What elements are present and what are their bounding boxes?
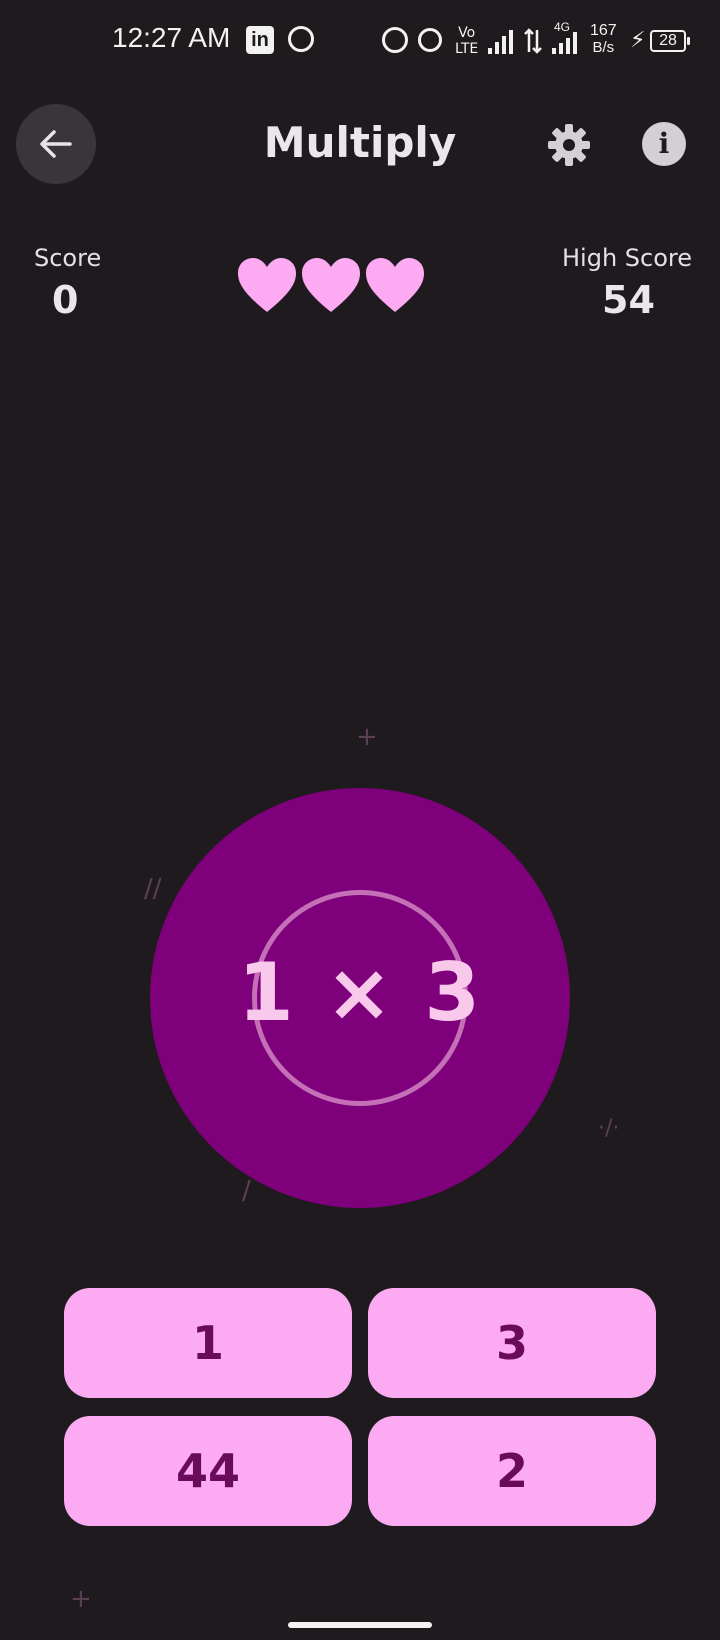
- speed-unit: B/s: [592, 39, 615, 56]
- network-speed: 167 B/s: [590, 22, 617, 56]
- decor-slash-symbol: //: [144, 874, 162, 904]
- high-score-value: 54: [602, 278, 655, 322]
- sync-icon: [288, 26, 314, 52]
- lives-indicator: [236, 256, 426, 314]
- status-time: 12:27 AM: [112, 22, 231, 53]
- heart-icon: [238, 258, 296, 312]
- decor-divide-symbol: ·/·: [598, 1116, 620, 1141]
- page-title: Multiply: [263, 118, 457, 167]
- charging-icon: ⚡: [630, 28, 646, 53]
- score-value: 0: [52, 278, 79, 322]
- data-transfer-icon: [524, 28, 542, 54]
- score-label: Score: [34, 244, 102, 272]
- answer-button-3[interactable]: 44: [64, 1416, 352, 1526]
- home-indicator[interactable]: [288, 1622, 432, 1628]
- answer-button-2[interactable]: 3: [368, 1288, 656, 1398]
- signal-icon-2: [552, 32, 577, 54]
- heart-icon: [302, 258, 360, 312]
- heart-icon: [366, 258, 424, 312]
- gear-icon: [548, 124, 590, 166]
- speed-value: 167: [590, 22, 617, 39]
- signal-icon: [488, 30, 513, 54]
- decor-slash-symbol: /: [242, 1176, 251, 1206]
- volte-indicator: Vo LTE: [455, 25, 478, 57]
- high-score-label: High Score: [562, 244, 693, 272]
- info-button[interactable]: i: [642, 122, 686, 166]
- answer-button-1[interactable]: 1: [64, 1288, 352, 1398]
- battery-icon: 28: [650, 30, 690, 52]
- hotspot-icon: [418, 28, 442, 52]
- alarm-icon: [382, 27, 408, 53]
- answer-button-4[interactable]: 2: [368, 1416, 656, 1526]
- decor-plus-symbol: +: [70, 1584, 92, 1614]
- volte-vo: Vo: [458, 25, 476, 41]
- volte-lte: LTE: [455, 41, 479, 57]
- settings-button[interactable]: [546, 122, 592, 168]
- question-text: 1 × 3: [237, 946, 483, 1039]
- decor-plus-symbol: +: [356, 722, 378, 752]
- linkedin-icon: in: [246, 26, 274, 54]
